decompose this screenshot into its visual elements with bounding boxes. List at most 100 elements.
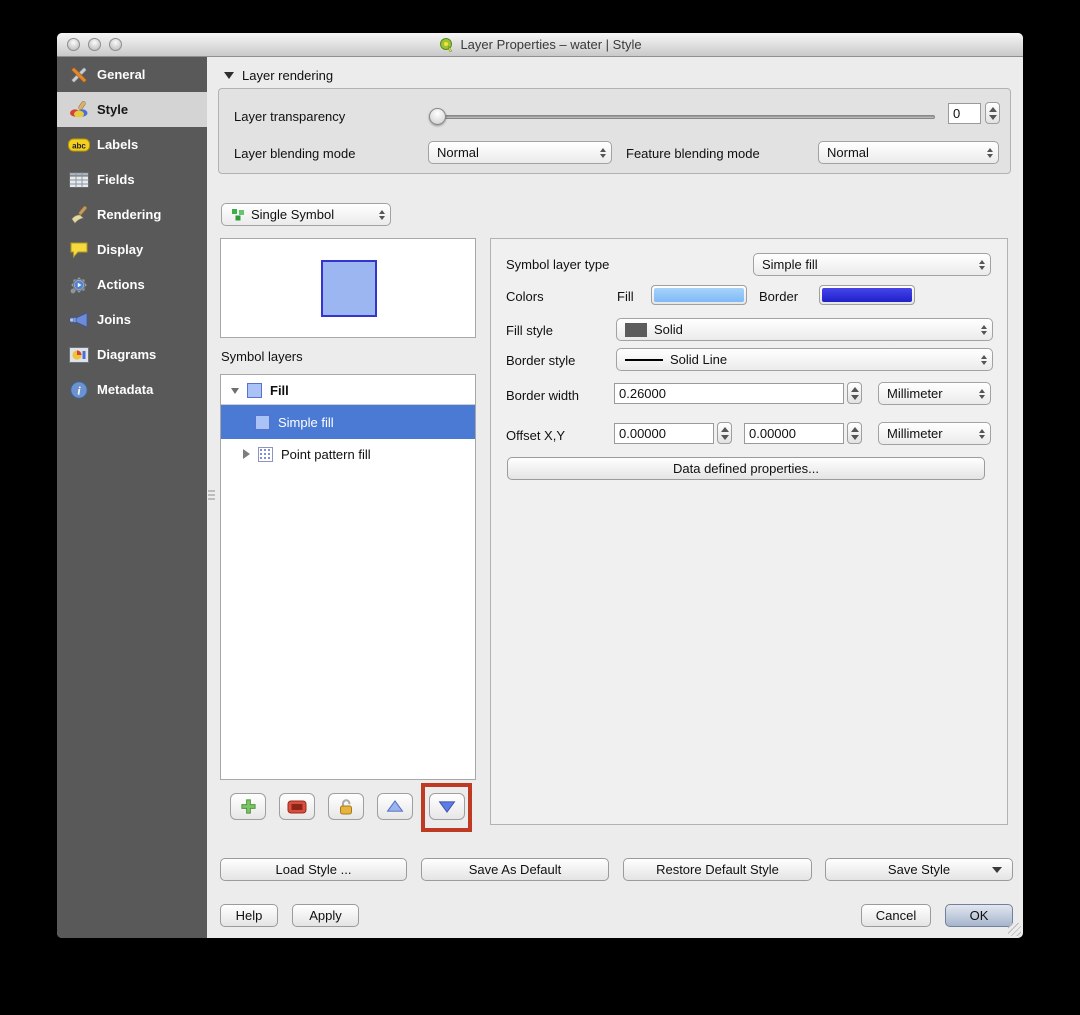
minus-icon <box>286 796 309 817</box>
symbol-layer-type-select[interactable]: Simple fill <box>753 253 991 276</box>
svg-text:abc: abc <box>72 141 86 150</box>
table-icon <box>67 169 90 190</box>
offset-unit-select[interactable]: Millimeter <box>878 422 991 445</box>
select-arrows-icon <box>979 260 985 270</box>
feature-blending-label: Feature blending mode <box>626 146 760 161</box>
help-button[interactable]: Help <box>220 904 278 927</box>
cancel-button[interactable]: Cancel <box>861 904 931 927</box>
border-width-stepper[interactable] <box>847 382 862 404</box>
border-color-button[interactable] <box>819 285 915 305</box>
border-width-unit-value: Millimeter <box>887 386 973 401</box>
expanded-arrow-icon[interactable] <box>231 388 239 394</box>
move-up-button[interactable] <box>377 793 413 820</box>
slider-thumb[interactable] <box>429 108 446 125</box>
resize-grip[interactable] <box>1008 923 1021 936</box>
sidebar-item-general[interactable]: General <box>57 57 207 92</box>
sidebar-item-label: Joins <box>97 312 131 327</box>
offset-x-input[interactable] <box>614 423 714 444</box>
plus-icon <box>237 796 260 817</box>
layer-blending-value: Normal <box>437 145 594 160</box>
sidebar-item-label: Rendering <box>97 207 161 222</box>
single-symbol-icon <box>230 207 245 222</box>
sidebar-item-label: Metadata <box>97 382 153 397</box>
sidebar-item-diagrams[interactable]: Diagrams <box>57 337 207 372</box>
offset-y-input[interactable] <box>744 423 844 444</box>
offset-x-stepper[interactable] <box>717 422 732 444</box>
content: Layer rendering Layer transparency Layer… <box>207 57 1023 938</box>
sidebar-item-display[interactable]: Display <box>57 232 207 267</box>
load-style-button[interactable]: Load Style ... <box>220 858 407 881</box>
save-style-button[interactable]: Save Style <box>825 858 1013 881</box>
feature-blending-value: Normal <box>827 145 981 160</box>
select-arrows-icon <box>379 210 385 220</box>
sidebar-item-label: General <box>97 67 145 82</box>
stepper-up-icon <box>851 387 859 392</box>
border-width-unit-select[interactable]: Millimeter <box>878 382 991 405</box>
add-symbol-layer-button[interactable] <box>230 793 266 820</box>
layer-rendering-header[interactable]: Layer rendering <box>224 68 333 83</box>
fill-color-button[interactable] <box>651 285 747 305</box>
transparency-label: Layer transparency <box>234 109 345 124</box>
border-color-swatch <box>822 288 912 302</box>
abc-label-icon: abc <box>67 134 90 155</box>
title-bar[interactable]: Layer Properties – water | Style <box>57 33 1023 57</box>
info-icon: i <box>67 379 90 400</box>
border-style-label: Border style <box>506 353 575 368</box>
layer-transparency-slider[interactable] <box>429 107 935 127</box>
transparency-stepper[interactable] <box>985 102 1000 124</box>
tree-item-fill[interactable]: Fill <box>221 377 475 405</box>
border-style-select[interactable]: Solid Line <box>616 348 993 371</box>
restore-default-style-button[interactable]: Restore Default Style <box>623 858 812 881</box>
save-as-default-button[interactable]: Save As Default <box>421 858 609 881</box>
symbol-preview <box>220 238 476 338</box>
desktop: { "window": { "title": "Layer Properties… <box>0 0 1080 1015</box>
select-arrows-icon <box>600 148 606 158</box>
sidebar-item-style[interactable]: Style <box>57 92 207 127</box>
ok-button[interactable]: OK <box>945 904 1013 927</box>
fill-style-select[interactable]: Solid <box>616 318 993 341</box>
sidebar-item-metadata[interactable]: i Metadata <box>57 372 207 407</box>
sidebar-item-fields[interactable]: Fields <box>57 162 207 197</box>
renderer-select[interactable]: Single Symbol <box>221 203 391 226</box>
fill-swatch-icon <box>247 383 262 398</box>
sidebar-item-joins[interactable]: Joins <box>57 302 207 337</box>
splitter-handle[interactable] <box>208 490 215 502</box>
point-pattern-swatch-icon <box>258 447 273 462</box>
fill-color-swatch <box>654 288 744 302</box>
join-arrow-icon <box>67 309 90 330</box>
apply-button[interactable]: Apply <box>292 904 359 927</box>
transparency-input[interactable] <box>948 103 981 124</box>
lock-color-button[interactable] <box>328 793 364 820</box>
stepper-up-icon <box>989 107 997 112</box>
solid-line-swatch-icon <box>625 359 663 361</box>
sidebar: General Style abc Labels Fields Renderin… <box>57 57 207 938</box>
tree-item-simple-fill[interactable]: Simple fill <box>221 405 475 439</box>
symbol-layer-type-value: Simple fill <box>762 257 973 272</box>
sidebar-item-label: Style <box>97 102 128 117</box>
data-defined-properties-button[interactable]: Data defined properties... <box>507 457 985 480</box>
offset-y-stepper[interactable] <box>847 422 862 444</box>
collapsed-arrow-icon[interactable] <box>243 449 250 459</box>
border-width-input[interactable] <box>614 383 844 404</box>
gear-action-icon <box>67 274 90 295</box>
symbol-layer-type-label: Symbol layer type <box>506 257 609 272</box>
tree-item-label: Simple fill <box>278 415 334 430</box>
layer-blending-select[interactable]: Normal <box>428 141 612 164</box>
symbol-properties-panel: Symbol layer type Simple fill Colors Fil… <box>490 238 1008 825</box>
tools-icon <box>67 64 90 85</box>
tree-item-point-pattern-fill[interactable]: Point pattern fill <box>221 439 475 469</box>
remove-symbol-layer-button[interactable] <box>279 793 315 820</box>
select-arrows-icon <box>979 429 985 439</box>
lock-icon <box>335 796 358 817</box>
sidebar-item-actions[interactable]: Actions <box>57 267 207 302</box>
sidebar-item-labels[interactable]: abc Labels <box>57 127 207 162</box>
feature-blending-select[interactable]: Normal <box>818 141 999 164</box>
sidebar-item-rendering[interactable]: Rendering <box>57 197 207 232</box>
fill-style-label: Fill style <box>506 323 553 338</box>
border-width-label: Border width <box>506 388 579 403</box>
offset-label: Offset X,Y <box>506 428 565 443</box>
slider-track[interactable] <box>429 115 935 119</box>
brush-icon <box>67 204 90 225</box>
sidebar-item-label: Display <box>97 242 143 257</box>
symbol-preview-swatch <box>321 260 377 317</box>
